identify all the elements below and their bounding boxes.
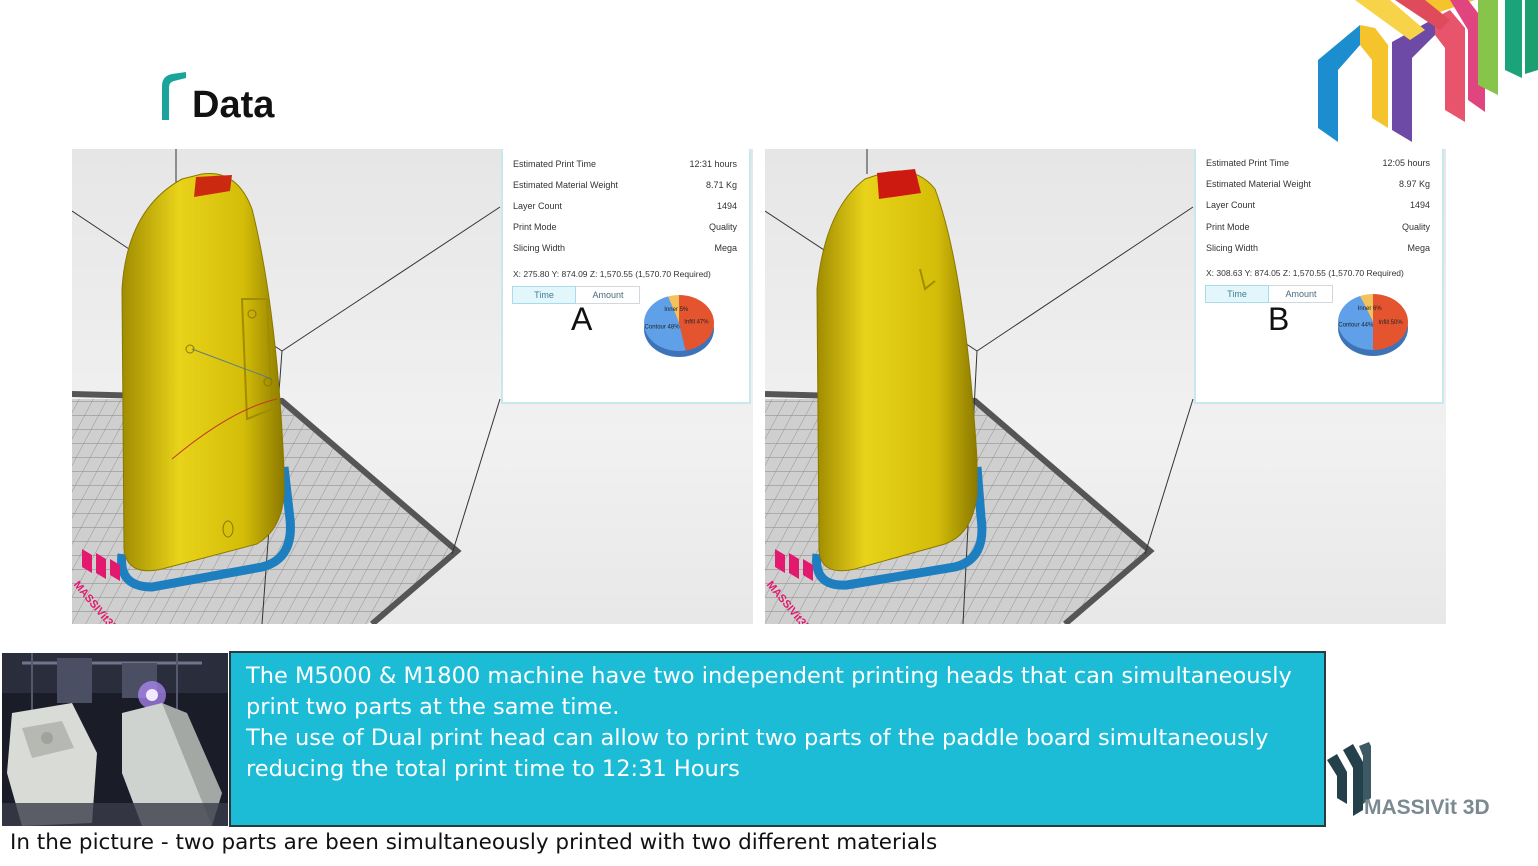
stat-row: Estimated Material Weight 8.71 Kg bbox=[513, 180, 737, 198]
stat-label: Layer Count bbox=[513, 201, 563, 211]
stat-value: Mega bbox=[714, 243, 737, 253]
tab-time[interactable]: Time bbox=[1205, 285, 1269, 303]
stat-value: 1494 bbox=[1409, 200, 1430, 210]
stat-row: Print Mode Quality bbox=[513, 222, 737, 240]
stat-label: Slicing Width bbox=[513, 243, 566, 253]
stat-label: Estimated Print Time bbox=[1206, 158, 1290, 168]
stat-row: Estimated Print Time 12:05 hours bbox=[1206, 158, 1430, 176]
stat-value: 8.71 Kg bbox=[705, 180, 737, 190]
stat-value: Quality bbox=[1401, 222, 1430, 232]
pie-slice-label: Inner 6% bbox=[1358, 306, 1383, 312]
page-title: Data bbox=[192, 84, 275, 126]
print-stats-panel-b: Estimated Print Time 12:05 hours Estimat… bbox=[1194, 149, 1444, 404]
slicer-view-b: MASSIVit3D Estimated Print Time 12:05 ho… bbox=[765, 149, 1446, 624]
tab-time[interactable]: Time bbox=[512, 286, 576, 304]
callout-line-2: The use of Dual print head can allow to … bbox=[246, 725, 1269, 782]
slicer-view-a: MASSIVit3D Estimated Print Time 12:31 ho… bbox=[72, 149, 753, 624]
stat-row: Slicing Width Mega bbox=[1206, 243, 1430, 261]
stat-row: Estimated Material Weight 8.97 Kg bbox=[1206, 179, 1430, 197]
stat-label: Layer Count bbox=[1206, 200, 1256, 210]
time-pie-chart-a: Inner 5% Infill 47%Contour 48% bbox=[643, 295, 714, 357]
massivit-watermark-b: MASSIVit3D bbox=[765, 549, 841, 624]
stat-row: Layer Count 1494 bbox=[513, 201, 737, 219]
massivit-watermark-a: MASSIVit3D bbox=[72, 549, 148, 624]
title-accent-mark bbox=[162, 72, 186, 120]
corner-logo-graphic bbox=[1318, 0, 1538, 142]
callout-line-1: The M5000 & M1800 machine have two indep… bbox=[246, 663, 1292, 720]
stat-value: Quality bbox=[708, 222, 737, 232]
stat-row: Layer Count 1494 bbox=[1206, 200, 1430, 218]
callout-text: The M5000 & M1800 machine have two indep… bbox=[246, 661, 1304, 785]
tab-amount[interactable]: Amount bbox=[1270, 286, 1332, 302]
printer-photo bbox=[2, 653, 228, 826]
view-label: A bbox=[571, 301, 593, 337]
stat-value: 1494 bbox=[716, 201, 737, 211]
info-callout: The M5000 & M1800 machine have two indep… bbox=[229, 651, 1326, 827]
stat-label: Estimated Material Weight bbox=[513, 180, 618, 190]
stat-label: Print Mode bbox=[1206, 222, 1250, 232]
stat-label: Print Mode bbox=[513, 222, 557, 232]
pie-slice-label: Infill 50% bbox=[1378, 320, 1403, 326]
stat-value: 8.97 Kg bbox=[1398, 179, 1430, 189]
stat-label: Estimated Material Weight bbox=[1206, 179, 1311, 189]
pie-slice-label: Infill 47% bbox=[684, 320, 709, 326]
stat-row: Print Mode Quality bbox=[1206, 222, 1430, 240]
stat-row: Estimated Print Time 12:31 hours bbox=[513, 159, 737, 177]
print-stats-panel-a: Estimated Print Time 12:31 hours Estimat… bbox=[501, 149, 751, 404]
stat-label: Slicing Width bbox=[1206, 243, 1259, 253]
stat-value: 12:31 hours bbox=[689, 159, 737, 169]
stat-value: 12:05 hours bbox=[1382, 158, 1430, 168]
brand-name: MASSIVit 3D bbox=[1364, 796, 1490, 819]
pie-slice-label: Contour 44% bbox=[1338, 323, 1374, 329]
stat-row: Slicing Width Mega bbox=[513, 243, 737, 261]
stat-label: Estimated Print Time bbox=[513, 159, 597, 169]
coordinates-readout: X: 308.63 Y: 874.05 Z: 1,570.55 (1,570.7… bbox=[1206, 268, 1404, 278]
photo-caption: In the picture - two parts are been simu… bbox=[10, 830, 938, 855]
pie-slice-label: Contour 48% bbox=[645, 324, 681, 330]
pie-slice-label: Inner 5% bbox=[664, 307, 689, 313]
view-label: B bbox=[1268, 301, 1290, 337]
time-pie-chart-b: Inner 6% Infill 50% Contour 44% bbox=[1338, 294, 1408, 356]
coordinates-readout: X: 275.80 Y: 874.09 Z: 1,570.55 (1,570.7… bbox=[513, 269, 711, 279]
stat-value: Mega bbox=[1407, 243, 1430, 253]
